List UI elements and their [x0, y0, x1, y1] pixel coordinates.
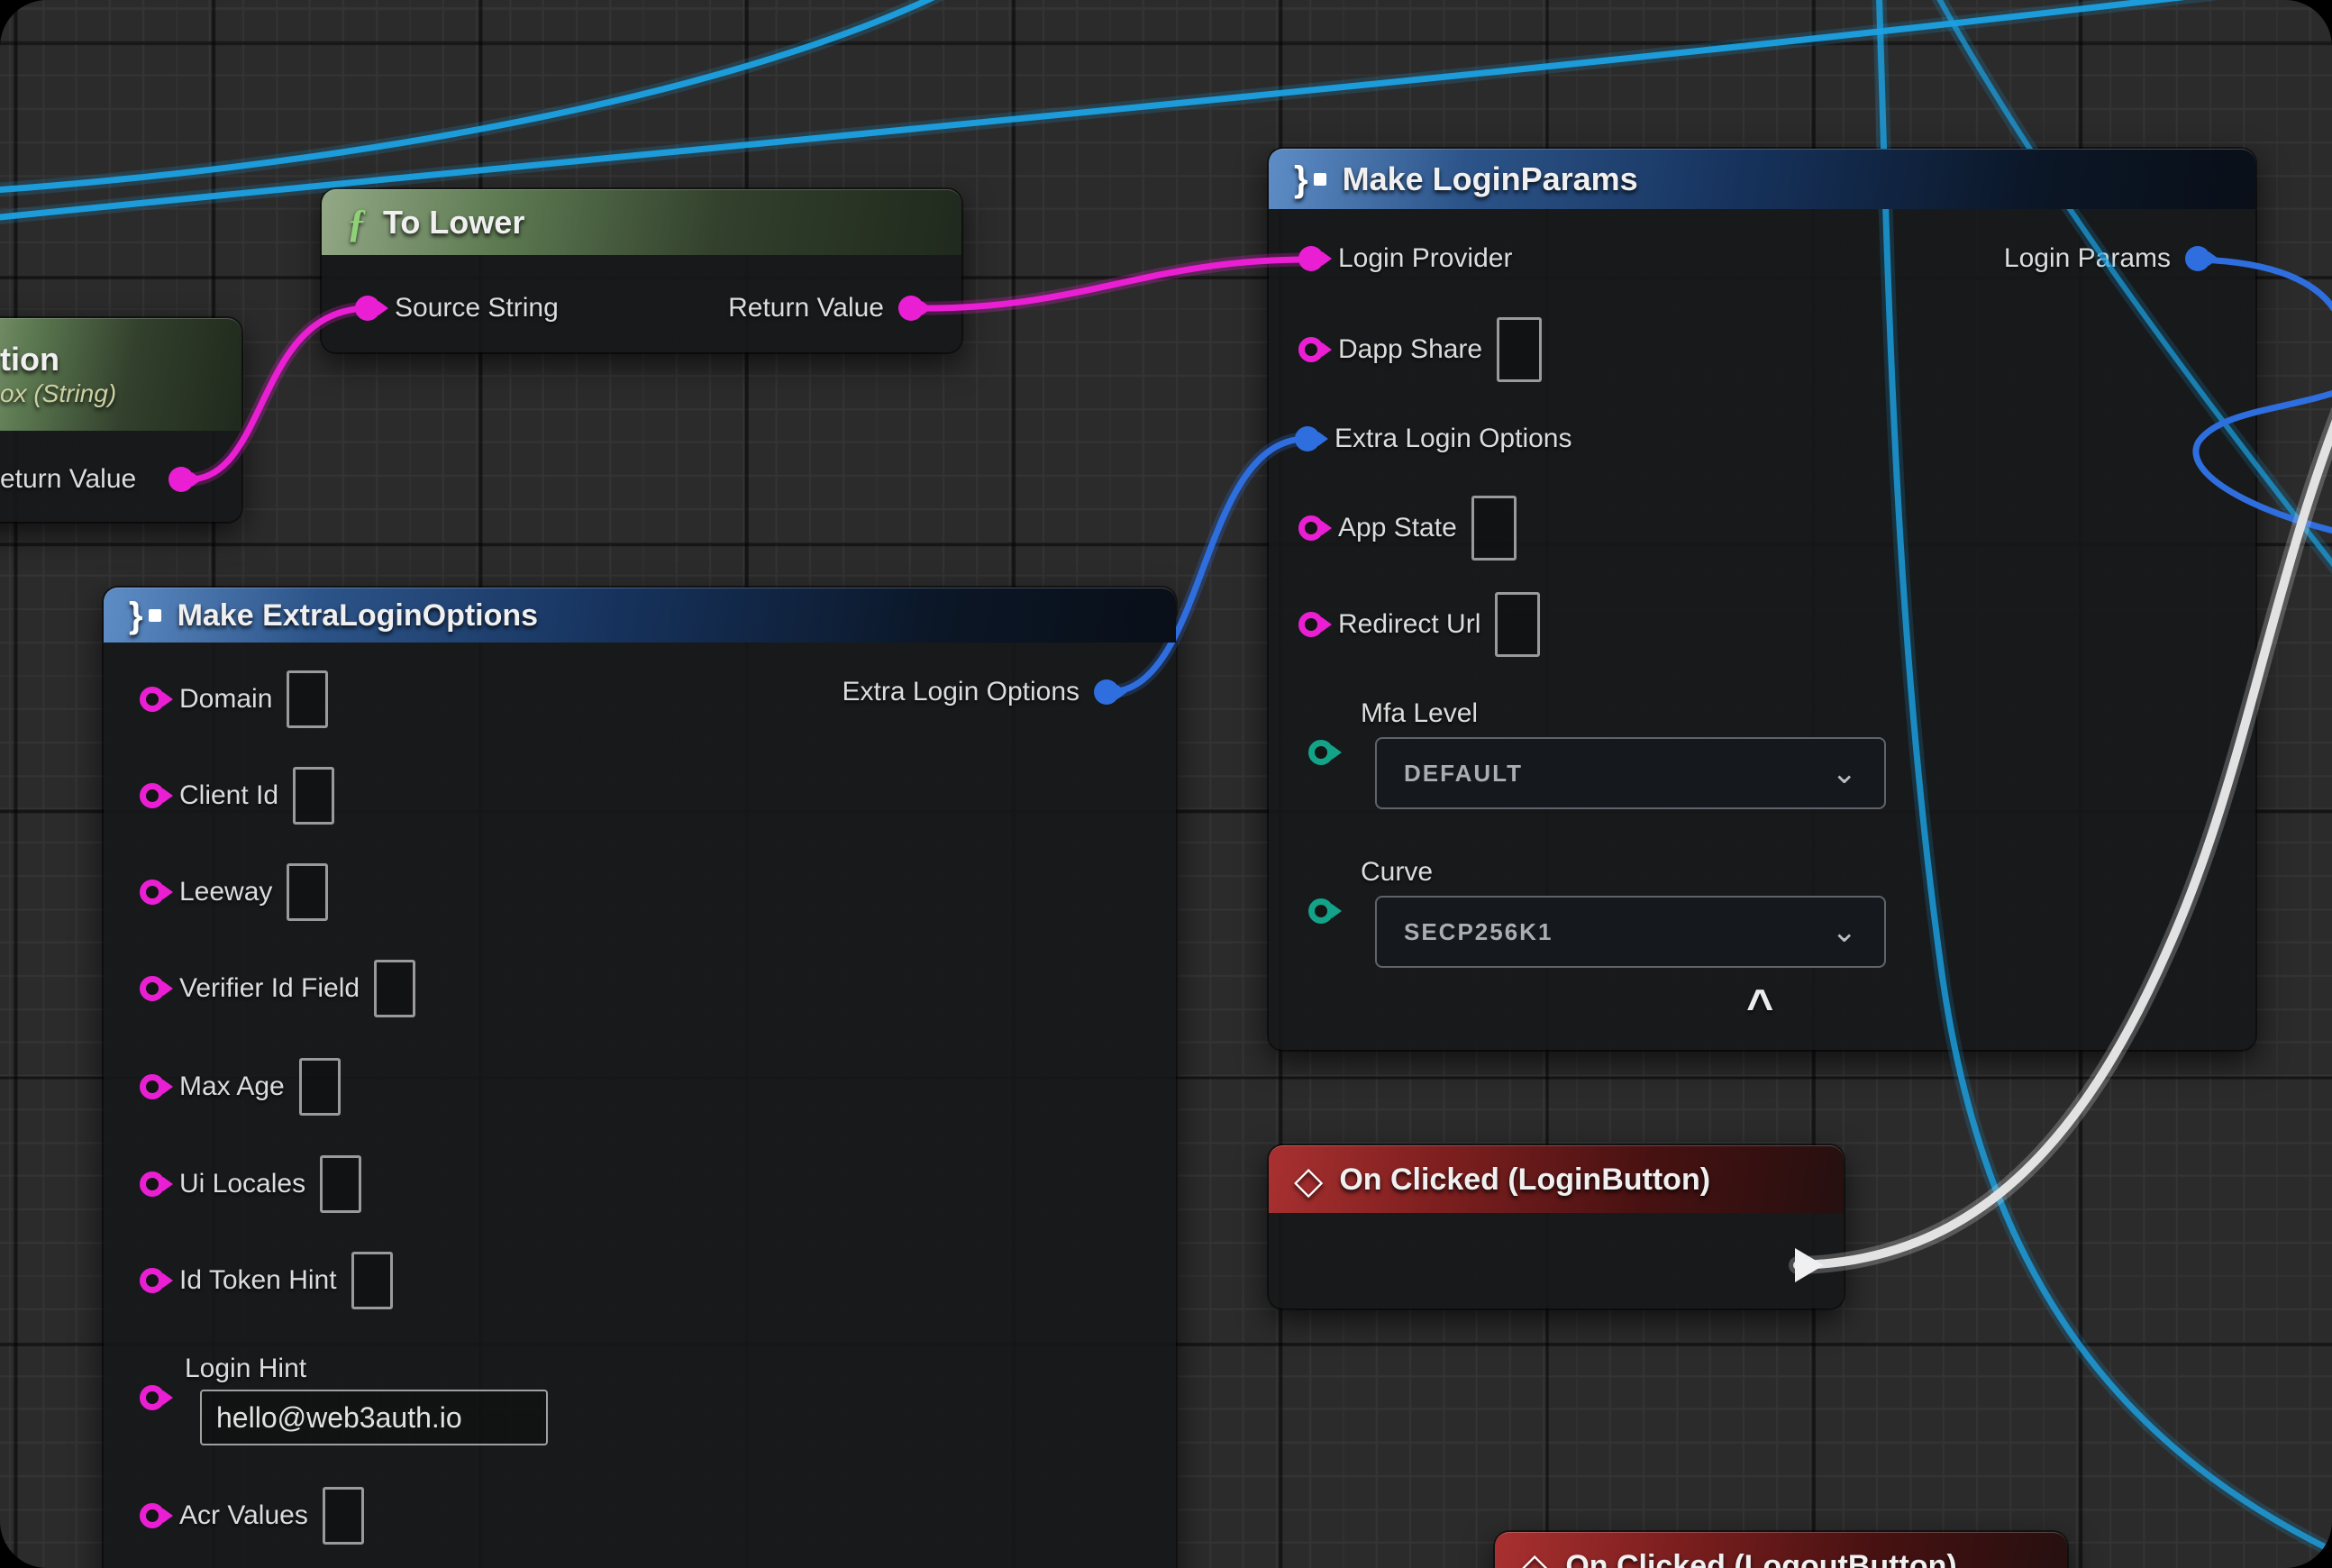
ui-locales-value-box[interactable]: [320, 1155, 361, 1213]
node-partial-getter[interactable]: tion ox (String) eturn Value: [0, 318, 241, 522]
partial-node-subtitle: ox (String): [0, 379, 116, 408]
acr-values-value-box[interactable]: [323, 1487, 364, 1545]
node-make-extra-login-options[interactable]: } Make ExtraLoginOptions Domain Extra Lo…: [104, 588, 1176, 1568]
max-age-pin[interactable]: [140, 1074, 165, 1099]
domain-pin[interactable]: [140, 687, 165, 712]
source-string-label: Source String: [395, 293, 559, 324]
node-on-clicked-login-button[interactable]: ◇ On Clicked (LoginButton): [1269, 1145, 1844, 1308]
to-lower-title: To Lower: [383, 204, 524, 242]
mfa-level-value: DEFAULT: [1404, 760, 1523, 788]
extra-login-options-label: Extra Login Options: [1335, 424, 1571, 454]
function-icon: ƒ: [347, 200, 367, 246]
verifier-id-field-label: Verifier Id Field: [179, 973, 360, 1004]
login-provider-pin[interactable]: [1298, 246, 1324, 271]
return-value-label: eturn Value: [0, 464, 136, 495]
curve-pin[interactable]: [1308, 898, 1334, 924]
partial-node-title: tion: [0, 342, 59, 378]
verifier-id-field-value-box[interactable]: [374, 960, 415, 1017]
curve-dropdown[interactable]: SECP256K1 ⌄: [1375, 896, 1886, 968]
max-age-label: Max Age: [179, 1071, 285, 1102]
mfa-level-dropdown[interactable]: DEFAULT ⌄: [1375, 737, 1886, 809]
app-state-value-box[interactable]: [1471, 496, 1517, 561]
acr-values-pin[interactable]: [140, 1503, 165, 1528]
domain-label: Domain: [179, 684, 272, 715]
dapp-share-label: Dapp Share: [1338, 334, 1482, 365]
exec-output-pin[interactable]: [1795, 1248, 1824, 1282]
login-hint-input[interactable]: hello@web3auth.io: [200, 1390, 548, 1445]
wire-cyan-topleft-steep[interactable]: [0, 0, 964, 191]
extra-output-label: Extra Login Options: [843, 677, 1079, 707]
node-on-clicked-logout-button[interactable]: ◇ On Clicked (LogoutButton): [1495, 1532, 2067, 1568]
collapse-node-button[interactable]: ^: [1746, 994, 1773, 1020]
node-make-login-params[interactable]: } Make LoginParams Login Provider Login …: [1269, 149, 2255, 1050]
wire-cyan-topleft-steep[interactable]: [0, 0, 964, 191]
extra-output-pin[interactable]: [1094, 679, 1119, 705]
on-clicked-logout-title: On Clicked (LogoutButton): [1565, 1549, 1956, 1568]
curve-label: Curve: [1361, 857, 1433, 888]
max-age-value-box[interactable]: [299, 1058, 341, 1116]
make-extra-title: Make ExtraLoginOptions: [178, 598, 539, 634]
return-value-pin[interactable]: [169, 467, 194, 492]
ui-locales-pin[interactable]: [140, 1171, 165, 1197]
dapp-share-pin[interactable]: [1298, 337, 1324, 362]
login-hint-label: Login Hint: [185, 1354, 306, 1384]
make-struct-icon: }: [1294, 160, 1326, 200]
verifier-id-field-pin[interactable]: [140, 976, 165, 1001]
login-params-output-pin[interactable]: [2185, 246, 2210, 271]
app-state-pin[interactable]: [1298, 515, 1324, 541]
curve-value: SECP256K1: [1404, 918, 1553, 946]
redirect-url-label: Redirect Url: [1338, 609, 1480, 640]
make-login-params-title: Make LoginParams: [1343, 160, 1638, 198]
client-id-value-box[interactable]: [293, 767, 334, 825]
dapp-share-value-box[interactable]: [1497, 317, 1542, 382]
redirect-url-pin[interactable]: [1298, 612, 1324, 637]
leeway-label: Leeway: [179, 877, 272, 907]
acr-values-label: Acr Values: [179, 1500, 308, 1531]
mfa-level-label: Mfa Level: [1361, 698, 1478, 729]
extra-login-options-pin[interactable]: [1295, 426, 1320, 451]
leeway-pin[interactable]: [140, 880, 165, 905]
domain-value-box[interactable]: [287, 670, 328, 728]
node-to-lower[interactable]: ƒ To Lower Source String Return Value: [322, 189, 961, 352]
ui-locales-label: Ui Locales: [179, 1169, 305, 1199]
leeway-value-box[interactable]: [287, 863, 328, 921]
client-id-label: Client Id: [179, 780, 278, 811]
login-provider-label: Login Provider: [1338, 243, 1512, 274]
id-token-hint-label: Id Token Hint: [179, 1265, 337, 1296]
client-id-pin[interactable]: [140, 783, 165, 808]
to-lower-return-label: Return Value: [728, 293, 884, 324]
id-token-hint-pin[interactable]: [140, 1268, 165, 1293]
login-params-output-label: Login Params: [2004, 243, 2171, 274]
id-token-hint-value-box[interactable]: [351, 1252, 393, 1309]
on-clicked-login-title: On Clicked (LoginButton): [1339, 1162, 1710, 1198]
source-string-pin[interactable]: [355, 296, 380, 321]
to-lower-return-pin[interactable]: [898, 296, 924, 321]
wire-string-tolower-to-provider[interactable]: [912, 260, 1308, 308]
make-struct-icon: }: [129, 596, 161, 636]
app-state-label: App State: [1338, 513, 1457, 543]
event-diamond-icon: ◇: [1520, 1545, 1549, 1568]
blueprint-canvas[interactable]: tion ox (String) eturn Value ƒ To Lower …: [0, 0, 2332, 1568]
mfa-level-pin[interactable]: [1308, 740, 1334, 765]
wire-string-tolower-to-provider[interactable]: [912, 260, 1308, 308]
redirect-url-value-box[interactable]: [1495, 592, 1540, 657]
event-diamond-icon: ◇: [1294, 1158, 1323, 1202]
login-hint-pin[interactable]: [140, 1385, 165, 1410]
